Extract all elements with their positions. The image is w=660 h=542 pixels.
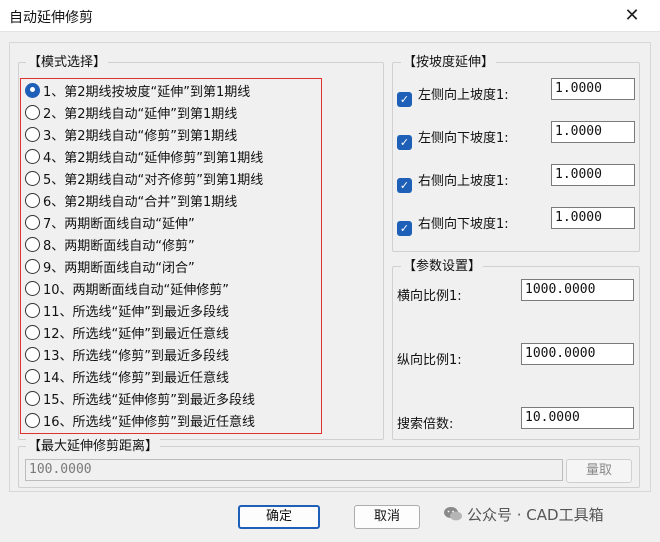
mode-option-label: 4、第2期线自动“延伸修剪”到第1期线 — [43, 150, 264, 166]
mode-option-15[interactable]: 15、所选线“延伸修剪”到最近多段线 — [25, 388, 255, 408]
mode-option-label: 15、所选线“延伸修剪”到最近多段线 — [43, 392, 256, 408]
mode-option-label: 3、第2期线自动“修剪”到第1期线 — [43, 128, 238, 144]
mode-option-label: 9、两期断面线自动“闭合” — [43, 260, 195, 276]
radio-button[interactable] — [25, 214, 40, 230]
right-up-slope-label: 右侧向上坡度1: — [418, 174, 509, 189]
radio-button[interactable] — [25, 302, 40, 318]
slope-group-title: 【按坡度延伸】 — [401, 55, 497, 71]
mode-option-11[interactable]: 11、所选线“延伸”到最近多段线 — [25, 300, 229, 320]
left-down-slope-checkbox[interactable]: ✓ — [397, 135, 412, 150]
watermark-text: 公众号 · CAD工具箱 — [467, 506, 604, 524]
mode-option-9[interactable]: 9、两期断面线自动“闭合” — [25, 256, 195, 276]
right-up-slope-input[interactable]: 1.0000 — [551, 164, 635, 186]
mode-option-list: 1、第2期线按坡度“延伸”到第1期线 2、第2期线自动“延伸”到第1期线 3、第2期… — [20, 78, 322, 434]
max-distance-group-title: 【最大延伸修剪距离】 — [26, 439, 161, 455]
measure-button[interactable]: 量取 — [566, 459, 632, 483]
mode-option-label: 2、第2期线自动“延伸”到第1期线 — [43, 106, 238, 122]
mode-option-label: 10、两期断面线自动“延伸修剪” — [43, 282, 230, 298]
search-multiple-label: 搜索倍数: — [397, 417, 454, 432]
left-up-slope-label: 左侧向上坡度1: — [418, 88, 509, 103]
mode-option-13[interactable]: 13、所选线“修剪”到最近多段线 — [25, 344, 229, 364]
mode-option-5[interactable]: 5、第2期线自动“对齐修剪”到第1期线 — [25, 168, 263, 188]
mode-option-4[interactable]: 4、第2期线自动“延伸修剪”到第1期线 — [25, 146, 263, 166]
window-title: 自动延伸修剪 — [9, 10, 93, 26]
radio-button[interactable] — [25, 170, 40, 186]
radio-button[interactable] — [25, 82, 40, 98]
watermark: 公众号 · CAD工具箱 — [443, 504, 604, 527]
right-down-slope-label: 右侧向下坡度1: — [418, 217, 509, 232]
radio-button[interactable] — [25, 412, 40, 428]
v-scale-input[interactable]: 1000.0000 — [521, 343, 634, 365]
left-up-slope-checkbox[interactable]: ✓ — [397, 92, 412, 107]
radio-button[interactable] — [25, 390, 40, 406]
h-scale-input[interactable]: 1000.0000 — [521, 279, 634, 301]
mode-option-label: 11、所选线“延伸”到最近多段线 — [43, 304, 230, 320]
radio-button[interactable] — [25, 148, 40, 164]
mode-option-2[interactable]: 2、第2期线自动“延伸”到第1期线 — [25, 102, 237, 122]
radio-button[interactable] — [25, 192, 40, 208]
h-scale-label: 横向比例1: — [397, 289, 462, 304]
mode-option-label: 1、第2期线按坡度“延伸”到第1期线 — [43, 84, 251, 100]
mode-option-label: 14、所选线“修剪”到最近任意线 — [43, 370, 230, 386]
radio-button[interactable] — [25, 126, 40, 142]
wechat-icon — [443, 505, 463, 527]
left-up-slope-input[interactable]: 1.0000 — [551, 78, 635, 100]
radio-button[interactable] — [25, 258, 40, 274]
search-multiple-input[interactable]: 10.0000 — [521, 407, 634, 429]
mode-option-1[interactable]: 1、第2期线按坡度“延伸”到第1期线 — [25, 80, 250, 100]
mode-option-14[interactable]: 14、所选线“修剪”到最近任意线 — [25, 366, 229, 386]
mode-option-10[interactable]: 10、两期断面线自动“延伸修剪” — [25, 278, 229, 298]
close-button[interactable]: ✕ — [612, 3, 652, 29]
radio-button[interactable] — [25, 280, 40, 296]
radio-button[interactable] — [25, 346, 40, 362]
mode-option-6[interactable]: 6、第2期线自动“合并”到第1期线 — [25, 190, 237, 210]
mode-option-label: 13、所选线“修剪”到最近多段线 — [43, 348, 230, 364]
mode-option-12[interactable]: 12、所选线“延伸”到最近任意线 — [25, 322, 229, 342]
left-down-slope-input[interactable]: 1.0000 — [551, 121, 635, 143]
right-down-slope-checkbox[interactable]: ✓ — [397, 221, 412, 236]
mode-option-label: 12、所选线“延伸”到最近任意线 — [43, 326, 230, 342]
mode-group-title: 【模式选择】 — [26, 55, 109, 71]
param-group-title: 【参数设置】 — [401, 259, 484, 275]
left-down-slope-label: 左侧向下坡度1: — [418, 131, 509, 146]
mode-option-3[interactable]: 3、第2期线自动“修剪”到第1期线 — [25, 124, 237, 144]
mode-option-16[interactable]: 16、所选线“延伸修剪”到最近任意线 — [25, 410, 255, 430]
cancel-button[interactable]: 取消 — [354, 505, 420, 529]
radio-button[interactable] — [25, 104, 40, 120]
close-icon: ✕ — [624, 5, 640, 26]
radio-button[interactable] — [25, 236, 40, 252]
mode-option-label: 6、第2期线自动“合并”到第1期线 — [43, 194, 238, 210]
mode-option-label: 16、所选线“延伸修剪”到最近任意线 — [43, 414, 256, 430]
mode-option-label: 7、两期断面线自动“延伸” — [43, 216, 195, 232]
mode-option-label: 8、两期断面线自动“修剪” — [43, 238, 195, 254]
radio-button[interactable] — [25, 324, 40, 340]
right-up-slope-checkbox[interactable]: ✓ — [397, 178, 412, 193]
mode-option-7[interactable]: 7、两期断面线自动“延伸” — [25, 212, 195, 232]
title-bar: 自动延伸修剪 ✕ — [0, 0, 660, 32]
radio-button[interactable] — [25, 368, 40, 384]
mode-option-8[interactable]: 8、两期断面线自动“修剪” — [25, 234, 195, 254]
ok-button[interactable]: 确定 — [238, 505, 320, 529]
right-down-slope-input[interactable]: 1.0000 — [551, 207, 635, 229]
mode-option-label: 5、第2期线自动“对齐修剪”到第1期线 — [43, 172, 264, 188]
max-distance-input[interactable]: 100.0000 — [25, 459, 563, 481]
v-scale-label: 纵向比例1: — [397, 353, 462, 368]
